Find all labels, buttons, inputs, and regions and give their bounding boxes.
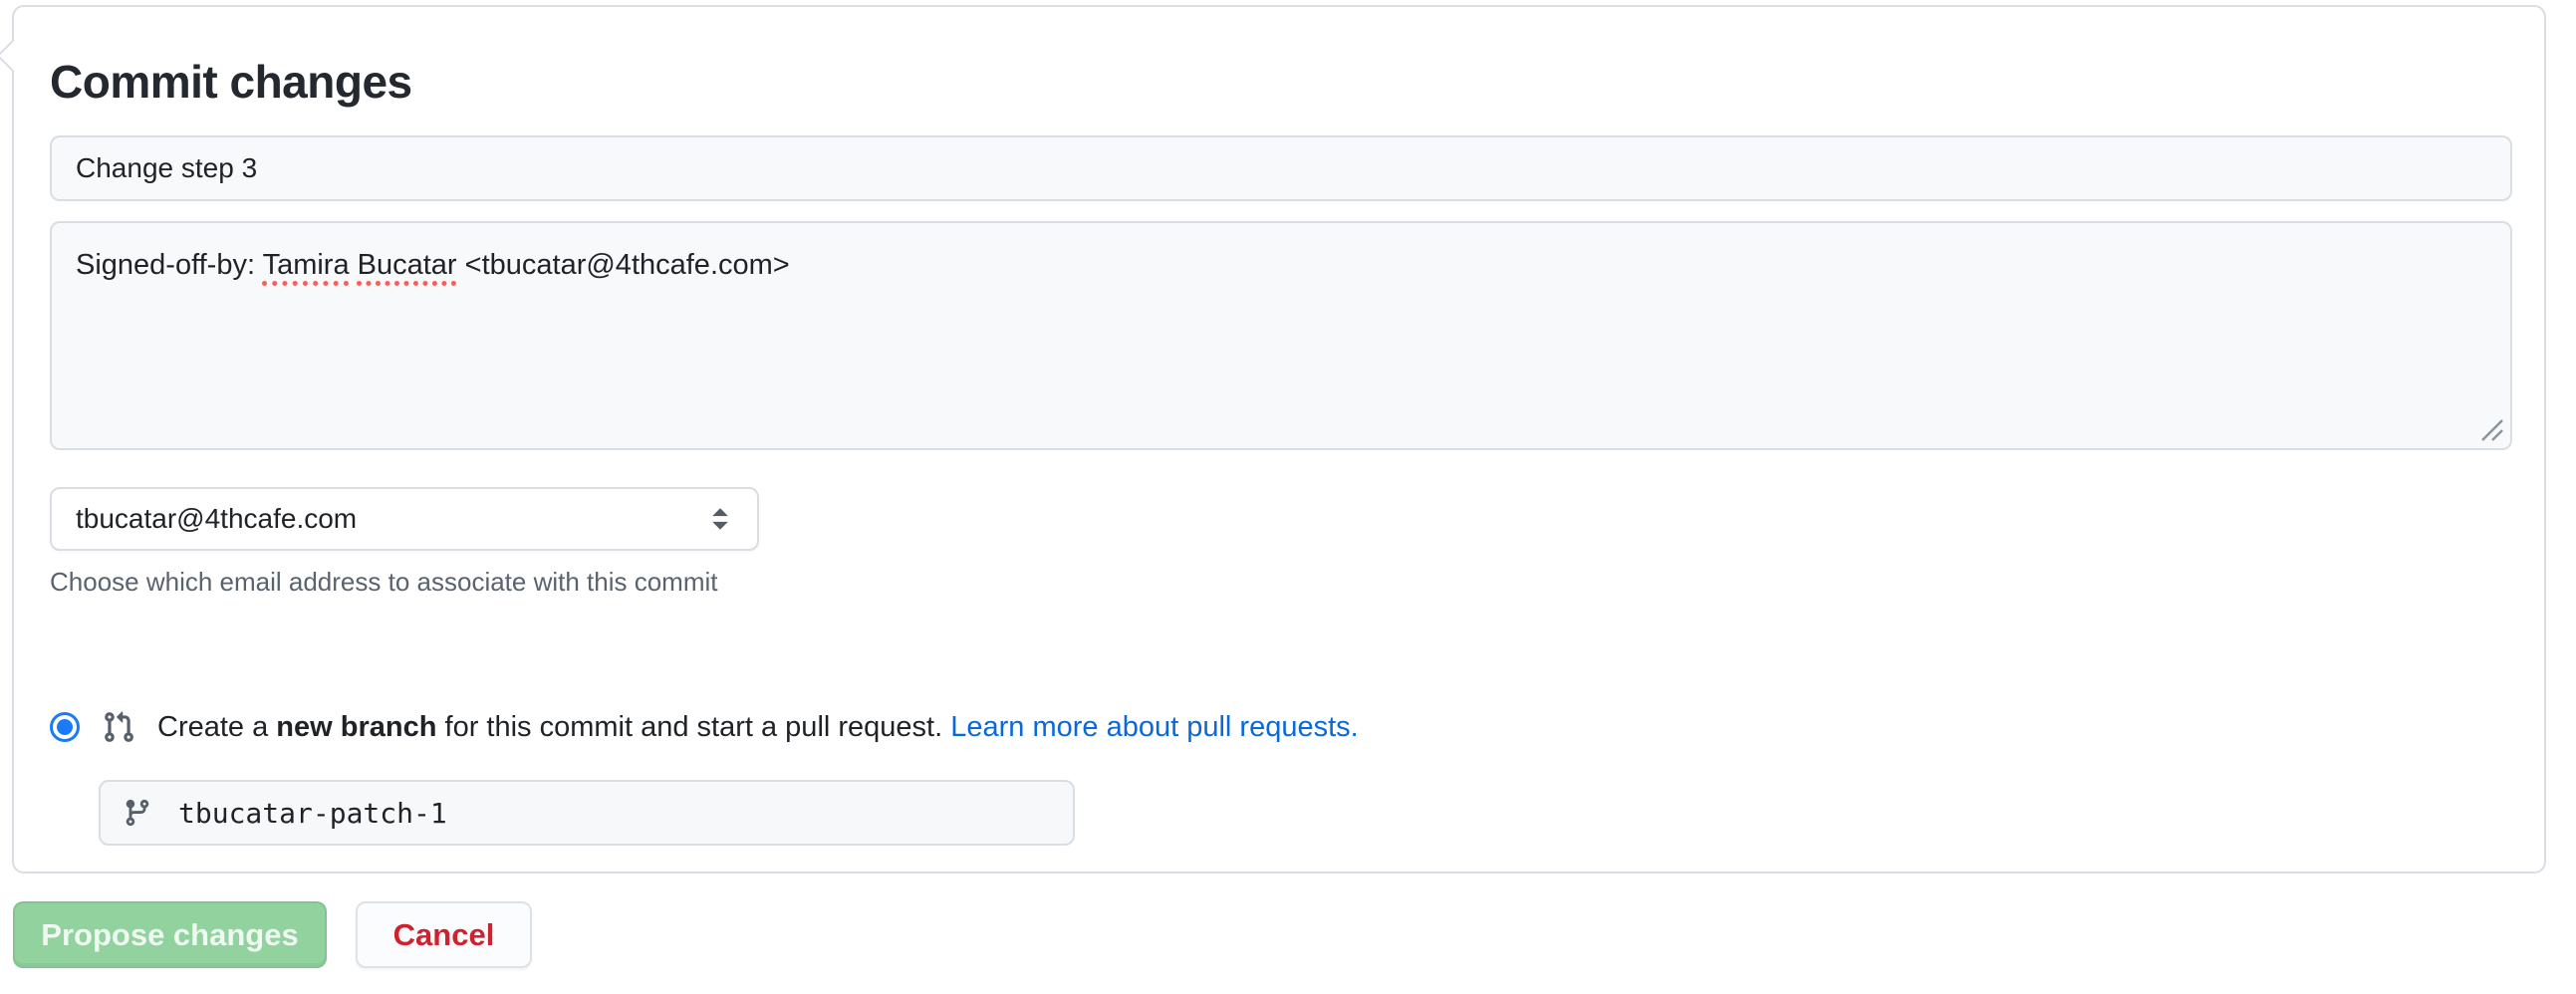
form-actions: Propose changes Cancel: [13, 901, 532, 968]
signoff-email: <tbucatar@4thcafe.com>: [457, 249, 790, 281]
git-branch-icon: [123, 798, 152, 828]
misspelled-word: Bucatar: [358, 249, 457, 281]
radio-dot: [57, 719, 73, 735]
commit-changes-page: Commit changes Signed-off-by: Tamira Buc…: [0, 0, 2576, 994]
email-helper-text: Choose which email address to associate …: [50, 567, 718, 598]
propose-changes-button[interactable]: Propose changes: [13, 901, 327, 968]
commit-form-panel: Commit changes Signed-off-by: Tamira Buc…: [12, 5, 2546, 873]
misspelled-word: Tamira: [263, 249, 350, 281]
page-title: Commit changes: [50, 55, 412, 109]
git-pull-request-icon: [102, 710, 135, 744]
branch-name-field: [99, 780, 1075, 846]
cancel-button[interactable]: Cancel: [356, 901, 532, 968]
branch-name-input[interactable]: [178, 797, 1051, 830]
resize-grip-icon[interactable]: [2480, 418, 2504, 442]
up-down-caret-icon: [707, 502, 733, 536]
commit-description-textarea[interactable]: Signed-off-by: Tamira Bucatar <tbucatar@…: [50, 221, 2512, 450]
commit-summary-input[interactable]: [50, 135, 2512, 201]
signoff-prefix: Signed-off-by:: [76, 249, 263, 281]
new-branch-label: Create a new branch for this commit and …: [157, 711, 1359, 744]
email-select[interactable]: tbucatar@4thcafe.com: [50, 487, 759, 551]
new-branch-option-row: Create a new branch for this commit and …: [50, 710, 1359, 744]
learn-more-link[interactable]: Learn more about pull requests.: [950, 711, 1358, 743]
new-branch-radio[interactable]: [50, 712, 80, 742]
email-select-value: tbucatar@4thcafe.com: [76, 503, 357, 535]
panel-caret: [0, 40, 28, 71]
